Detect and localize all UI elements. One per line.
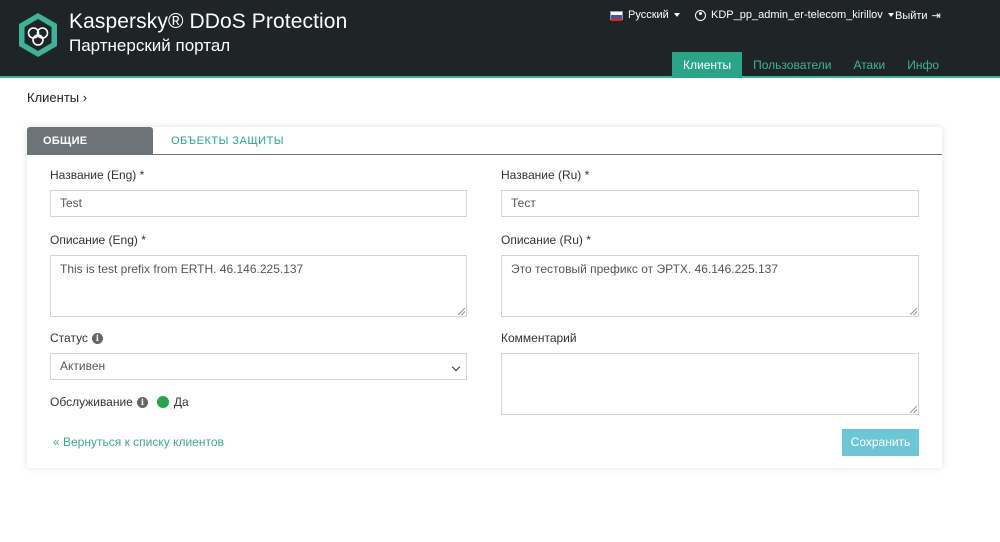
user-icon [695,9,706,21]
user-menu[interactable]: KDP_pp_admin_er-telecom_kirillov [695,9,894,21]
nav-attacks[interactable]: Атаки [842,52,896,78]
desc-eng-value: This is test prefix from ERTH. 46.146.22… [60,262,304,276]
service-label: Обслуживание [50,395,133,409]
info-icon[interactable]: i [136,396,148,408]
app-title: Kaspersky® DDoS Protection [69,10,348,33]
save-button[interactable]: Сохранить [842,429,919,456]
nav-info[interactable]: Инфо [896,52,950,78]
desc-ru-label: Описание (Ru) * [501,233,591,247]
resize-handle-icon[interactable] [910,406,917,413]
nav-users[interactable]: Пользователи [742,52,842,78]
status-label-group: Статус i [50,331,103,345]
app-subtitle: Партнерский портал [69,36,231,55]
client-form-card: ОБЩИЕ ДАННЫЕ ОБЪЕКТЫ ЗАЩИТЫ Название (En… [27,127,942,468]
name-ru-label: Название (Ru) * [501,168,590,182]
language-selector[interactable]: Русский [610,9,680,21]
desc-ru-value: Это тестовый префикс от ЭРТХ. 46.146.225… [511,262,778,276]
name-eng-label: Название (Eng) * [50,168,145,182]
main-nav: Клиенты Пользователи Атаки Инфо [672,52,950,78]
status-label: Статус [50,331,88,345]
resize-handle-icon[interactable] [910,308,917,315]
info-icon[interactable]: i [91,332,103,344]
chevron-down-icon [673,13,680,17]
service-row: Обслуживание i Да [50,395,189,409]
chevron-down-icon [451,362,461,372]
breadcrumb[interactable]: Клиенты › [27,90,87,105]
tab-protection-objects[interactable]: ОБЪЕКТЫ ЗАЩИТЫ [155,127,300,155]
language-label: Русский [628,9,669,21]
status-select[interactable]: Активен [50,353,467,380]
desc-ru-textarea[interactable]: Это тестовый префикс от ЭРТХ. 46.146.225… [501,255,919,317]
tab-general-data[interactable]: ОБЩИЕ ДАННЫЕ [27,127,153,175]
logout-label: Выйти [895,9,928,22]
status-value: Активен [60,359,106,373]
back-to-clients-link[interactable]: « Вернуться к списку клиентов [53,435,224,449]
comment-label: Комментарий [501,331,577,345]
tab-bar: ОБЩИЕ ДАННЫЕ ОБЪЕКТЫ ЗАЩИТЫ [27,127,942,175]
russian-flag-icon [610,10,623,21]
kaspersky-logo-icon [19,13,57,57]
nav-clients[interactable]: Клиенты [672,52,743,78]
desc-eng-textarea[interactable]: This is test prefix from ERTH. 46.146.22… [50,255,467,317]
desc-eng-label: Описание (Eng) * [50,233,146,247]
name-ru-input[interactable]: Тест [501,190,919,217]
username-label: KDP_pp_admin_er-telecom_kirillov [711,9,883,21]
comment-textarea[interactable] [501,353,919,415]
name-eng-input[interactable]: Test [50,190,467,217]
app-header: Kaspersky® DDoS Protection Партнерский п… [0,0,1000,78]
logout-icon: ⇥ [931,10,941,22]
service-status-indicator [156,396,169,408]
resize-handle-icon[interactable] [458,308,465,315]
chevron-down-icon [887,13,894,17]
service-value: Да [173,395,189,409]
logout-button[interactable]: Выйти ⇥ [895,9,941,23]
